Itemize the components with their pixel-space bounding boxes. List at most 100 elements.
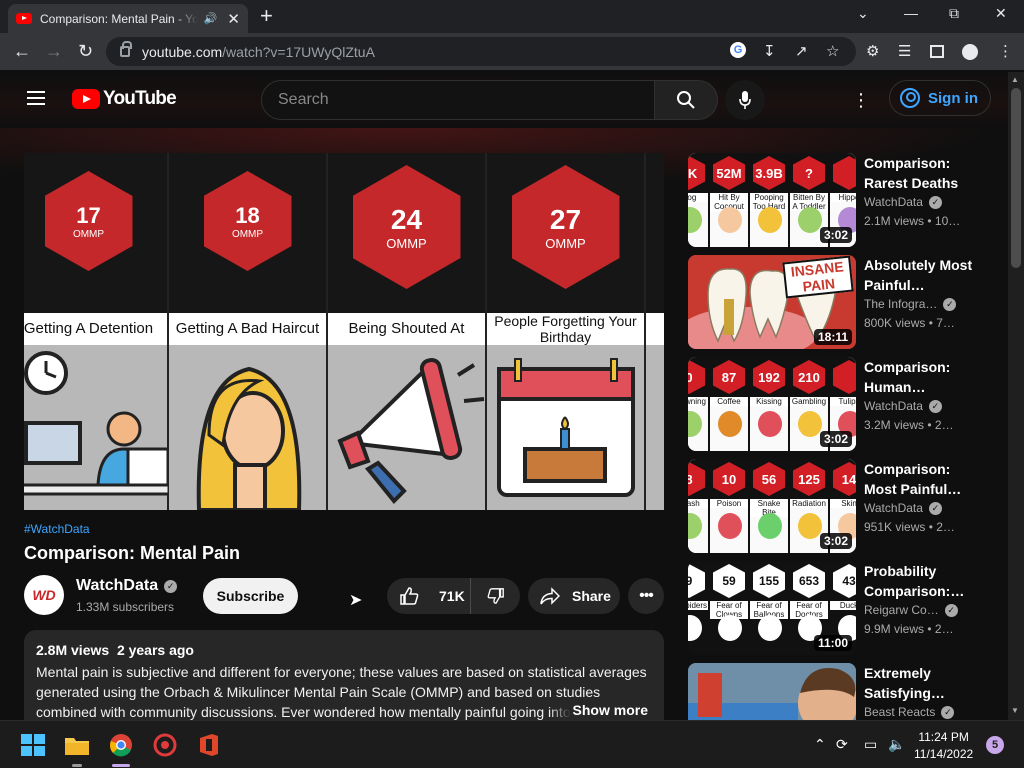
hashtag-link[interactable]: #WatchData (24, 522, 90, 536)
sign-in-button[interactable]: Sign in (889, 80, 991, 116)
related-title[interactable]: Absolutely Most Painful… (864, 255, 976, 295)
subscriber-count: 1.33M subscribers (76, 600, 175, 614)
verified-check-icon: ✓ (928, 501, 942, 515)
speaker-icon[interactable]: 🔊 (204, 12, 218, 25)
tab-title: Comparison: Mental Pain - YouTube (40, 11, 198, 26)
frame-label: Being Shouted At (328, 313, 485, 345)
video-thumbnail[interactable]: 8Crash 10Poison 56Snake Bite 125Radiatio… (688, 459, 856, 553)
minimize-button[interactable]: — (904, 5, 918, 21)
related-title[interactable]: Comparison: Rarest Deaths (864, 153, 976, 193)
duration-badge: 18:11 (813, 329, 852, 345)
voice-search-button[interactable] (725, 80, 765, 120)
new-tab-button[interactable]: + (260, 5, 273, 27)
share-button[interactable]: Share (528, 578, 620, 614)
bookmark-star-icon[interactable]: ☆ (826, 42, 839, 60)
verified-check-icon: ✓ (928, 195, 942, 209)
reaction-thumbnail-art (688, 663, 856, 721)
install-app-icon[interactable]: ↧ (763, 42, 776, 60)
like-dislike-group: 71K (387, 578, 520, 614)
close-window-button[interactable]: ✕ (995, 5, 1007, 22)
scrollbar-thumb[interactable] (1011, 88, 1021, 268)
video-player[interactable]: 17 OMMP Getting A Detention 18 OMMP Gettin… (24, 153, 664, 510)
search-button[interactable] (654, 80, 718, 120)
page-scrollbar[interactable]: ▲ ▼ (1008, 72, 1024, 720)
lock-icon[interactable] (120, 41, 132, 57)
network-monitor-icon[interactable]: ▭ (864, 736, 877, 753)
volume-icon[interactable]: 🔈 (888, 736, 905, 753)
chrome-icon[interactable] (108, 733, 134, 757)
youtube-play-logo-icon (72, 89, 100, 109)
extensions-puzzle-icon[interactable]: ⚙ (866, 42, 879, 60)
video-thumbnail[interactable]: 2KDog 52MHit By Coconut 3.9BPooping Too … (688, 153, 856, 247)
back-arrow-icon[interactable]: ← (13, 41, 31, 62)
red-app-icon[interactable] (152, 733, 178, 757)
subscribe-button[interactable]: Subscribe (203, 578, 298, 614)
windows-taskbar: ⌃ ⟳ ▭ 🔈 11:24 PM 11/14/2022 (0, 720, 1024, 768)
channel-avatar[interactable]: WD (24, 575, 64, 615)
related-title[interactable]: Extremely Satisfying… (864, 663, 976, 703)
related-video-item[interactable]: Extremely Satisfying… Beast Reacts ✓ (688, 663, 988, 721)
video-thumbnail[interactable] (688, 663, 856, 721)
profile-icon[interactable] (962, 44, 978, 60)
scroll-down-arrow-icon[interactable]: ▼ (1011, 706, 1019, 715)
duration-badge: 3:02 (819, 431, 852, 447)
related-video-item[interactable]: INSANE PAIN 18:11 Absolutely Most Painfu… (688, 255, 988, 349)
related-channel[interactable]: WatchData ✓ (864, 195, 942, 209)
related-channel[interactable]: The Infogra… ✓ (864, 297, 957, 311)
thumbnail-badge: INSANE PAIN (782, 255, 854, 299)
dislike-button[interactable] (471, 587, 520, 605)
browser-menu-icon[interactable]: ⋮ (998, 42, 1013, 60)
more-actions-button[interactable]: ••• (628, 578, 664, 614)
duration-badge: 11:00 (813, 635, 852, 651)
close-tab-icon[interactable]: ✕ (227, 10, 240, 28)
account-circle-icon (900, 88, 920, 108)
settings-more-icon[interactable]: ⋮ (852, 90, 870, 111)
related-title[interactable]: Comparison: Most Painful… (864, 459, 976, 499)
share-arrow-icon (540, 587, 560, 605)
search-field[interactable] (261, 80, 655, 120)
browser-tab[interactable]: Comparison: Mental Pain - YouTube 🔊 ✕ (8, 4, 248, 33)
sync-icon[interactable]: ⟳ (836, 736, 848, 753)
tab-search-chevron-icon[interactable]: ⌄ (857, 5, 869, 22)
related-meta: 9.9M views • 2… (864, 622, 954, 636)
menu-hamburger-icon[interactable] (27, 91, 45, 105)
forward-arrow-icon[interactable]: → (45, 41, 63, 62)
channel-name[interactable]: WatchData ✓ (76, 577, 178, 595)
related-meta: 951K views • 2… (864, 520, 955, 534)
share-page-icon[interactable]: ↗ (795, 42, 808, 60)
search-input[interactable] (278, 91, 654, 109)
related-title[interactable]: Probability Comparison:… (864, 561, 976, 601)
tray-overflow-chevron-icon[interactable]: ⌃ (814, 736, 826, 753)
show-more-button[interactable]: Show more (548, 702, 648, 718)
description-box[interactable]: 2.8M views 2 years ago Mental pain is su… (24, 630, 664, 730)
related-video-item[interactable]: 0Drowning 87Coffee 192Kissing 210Gamblin… (688, 357, 988, 451)
google-icon[interactable]: G (730, 42, 746, 58)
youtube-logo[interactable]: YouTube (72, 88, 177, 110)
system-clock[interactable]: 11:24 PM 11/14/2022 (914, 729, 973, 763)
restore-button[interactable]: ⧉ (949, 5, 959, 22)
related-video-item[interactable]: 9of Spiders 59Fear of Clowns 155Fear of … (688, 561, 988, 655)
related-channel[interactable]: Reigarw Co… ✓ (864, 603, 958, 617)
notification-badge[interactable]: 5 (986, 736, 1004, 754)
side-panel-icon[interactable] (930, 45, 944, 58)
related-channel[interactable]: WatchData ✓ (864, 501, 942, 515)
scroll-up-arrow-icon[interactable]: ▲ (1011, 75, 1019, 84)
video-thumbnail[interactable]: INSANE PAIN 18:11 (688, 255, 856, 349)
related-meta: 3.2M views • 2… (864, 418, 954, 432)
sign-in-label: Sign in (928, 89, 978, 107)
video-thumbnail[interactable]: 9of Spiders 59Fear of Clowns 155Fear of … (688, 561, 856, 655)
related-video-item[interactable]: 2KDog 52MHit By Coconut 3.9BPooping Too … (688, 153, 988, 247)
related-title[interactable]: Comparison: Human… (864, 357, 976, 397)
desk-worker-icon (24, 351, 171, 496)
related-video-item[interactable]: 8Crash 10Poison 56Snake Bite 125Radiatio… (688, 459, 988, 553)
youtube-header: YouTube ⋮ Sign in (0, 72, 1008, 128)
video-thumbnail[interactable]: 0Drowning 87Coffee 192Kissing 210Gamblin… (688, 357, 856, 451)
related-channel[interactable]: Beast Reacts ✓ (864, 705, 955, 719)
media-queue-icon[interactable]: ☰ (898, 42, 911, 60)
windows-start-icon[interactable] (20, 733, 46, 757)
office-icon[interactable] (196, 733, 222, 757)
like-button[interactable]: 71K (387, 578, 471, 614)
file-explorer-icon[interactable] (64, 733, 90, 757)
reload-icon[interactable]: ↻ (78, 41, 93, 62)
related-channel[interactable]: WatchData ✓ (864, 399, 942, 413)
